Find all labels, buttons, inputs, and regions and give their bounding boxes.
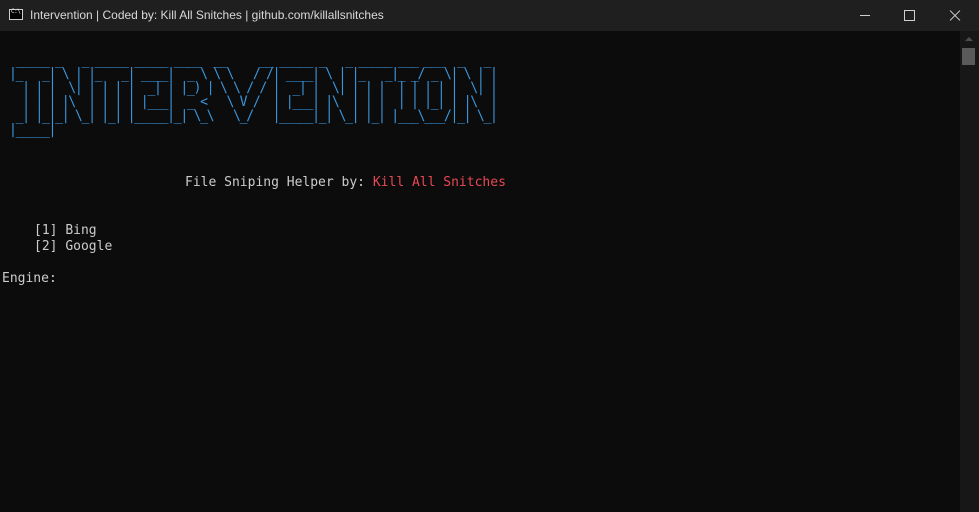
scroll-thumb[interactable] [962, 48, 975, 65]
console-output[interactable]: _____ _ _ _____ _____ ____ __ __ _____ _… [0, 31, 960, 512]
minimize-button[interactable] [843, 0, 889, 31]
console-window: Intervention | Coded by: Kill All Snitch… [0, 0, 979, 512]
maximize-button[interactable] [886, 0, 932, 31]
engine-prompt[interactable]: Engine: [2, 271, 57, 287]
subtitle-text: File Sniping Helper by: [185, 175, 373, 190]
ascii-banner: _____ _ _ _____ _____ ____ __ __ _____ _… [9, 53, 503, 137]
close-button[interactable] [932, 0, 978, 31]
banner-line: |_____| [9, 122, 504, 139]
title-bar[interactable]: Intervention | Coded by: Kill All Snitch… [0, 0, 979, 31]
menu-label: Google [65, 239, 113, 254]
menu-label: Bing [65, 223, 97, 238]
subtitle-line: File Sniping Helper by: Kill All Snitche… [185, 175, 506, 191]
scroll-up-arrow-icon[interactable] [965, 37, 973, 41]
menu-option-bing: [1] Bing [34, 223, 97, 239]
window-title: Intervention | Coded by: Kill All Snitch… [30, 8, 384, 22]
author-name: Kill All Snitches [372, 175, 506, 190]
menu-option-google: [2] Google [34, 239, 112, 255]
prompt-label: Engine: [2, 271, 57, 286]
cmd-icon[interactable] [9, 8, 23, 20]
menu-key: [1] [34, 223, 58, 238]
menu-key: [2] [34, 239, 58, 254]
vertical-scrollbar[interactable] [960, 31, 979, 512]
